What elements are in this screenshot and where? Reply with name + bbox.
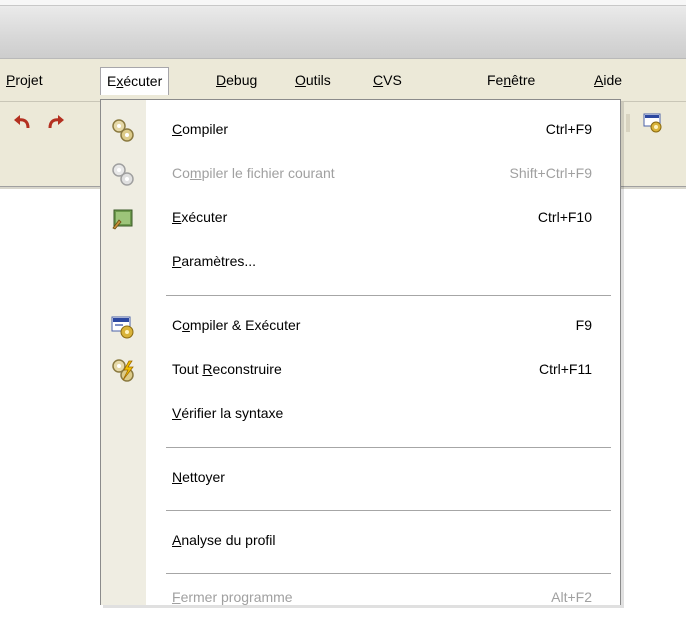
redo-icon[interactable] [44,112,66,134]
menu-item-label: Fermer programme [172,589,293,605]
menu-item-shortcut: F9 [575,317,592,333]
menu-item-label: Compiler le fichier courant [172,165,335,181]
menu-separator [166,510,611,511]
compile-run-icon[interactable] [642,112,664,134]
menu-item-label: Nettoyer [172,469,225,485]
menu-item-label: Exécuter [172,209,228,225]
menu-item-label: Analyse du profil [172,532,276,548]
menu-item-tout-reconstruire[interactable]: Tout Reconstruire Ctrl+F11 [101,349,620,393]
menu-cvs[interactable]: CVS [368,70,407,92]
title-bar-edge [0,0,686,6]
menu-item-parametres[interactable]: Paramètres... [101,241,620,285]
menu-debug[interactable]: Debug [211,70,262,92]
menu-executer[interactable]: Exécuter [100,67,170,95]
menu-item-label: Vérifier la syntaxe [172,405,284,421]
executer-dropdown-menu: Compiler Ctrl+F9 Compiler le fichier cou… [100,99,621,605]
menu-separator [166,573,611,574]
menu-outils[interactable]: Outils [290,70,336,92]
undo-icon[interactable] [12,112,34,134]
menu-aide[interactable]: Aide [589,70,627,92]
menu-item-shortcut: Ctrl+F11 [538,361,592,377]
menu-item-shortcut: Ctrl+F10 [537,209,592,225]
menu-item-compiler-executer[interactable]: Compiler & Exécuter F9 [101,305,620,349]
menu-projet[interactable]: Projet [1,70,48,92]
menu-item-shortcut: Shift+Ctrl+F9 [509,165,592,181]
menu-item-nettoyer[interactable]: Nettoyer [101,457,620,501]
menu-item-label: Tout Reconstruire [172,361,282,377]
menu-item-verifier-syntaxe[interactable]: Vérifier la syntaxe [101,393,620,437]
compile-gears-icon [112,163,134,186]
menu-item-label: Compiler [172,121,229,137]
rebuild-icon [112,359,134,382]
menu-item-label: Compiler & Exécuter [172,317,301,333]
compile-gears-icon [112,119,134,142]
menu-item-analyse-profil[interactable]: Analyse du profil [101,520,620,564]
menu-item-executer[interactable]: Exécuter Ctrl+F10 [101,197,620,241]
compile-run-icon [111,316,134,339]
menu-bar: Projet Exécuter Debug Outils CVS Fenêtre… [0,59,686,102]
run-window-icon [112,209,133,230]
menu-item-compiler-fichier-courant[interactable]: Compiler le fichier courant Shift+Ctrl+F… [101,153,620,197]
menu-item-shortcut: Ctrl+F9 [545,121,592,137]
menu-item-shortcut: Alt+F2 [551,589,592,605]
menu-item-fermer-programme[interactable]: Fermer programme Alt+F2 [101,577,620,621]
menu-item-label: Paramètres... [172,253,257,269]
window-title-bar [0,0,686,59]
menu-item-compiler[interactable]: Compiler Ctrl+F9 [101,109,620,153]
menu-separator [166,447,611,448]
menu-separator [166,295,611,296]
menu-fenetre[interactable]: Fenêtre [482,70,540,92]
